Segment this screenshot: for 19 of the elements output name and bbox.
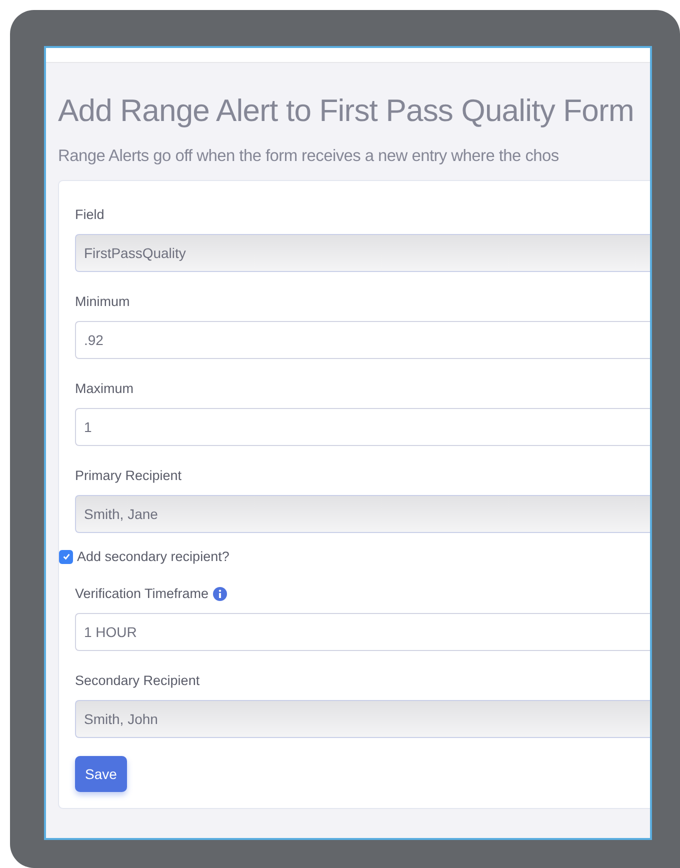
check-icon bbox=[62, 552, 70, 561]
checkbox-label: Add secondary recipient? bbox=[77, 549, 230, 564]
page-description: Range Alerts go off when the form receives a new entry where the chos bbox=[58, 147, 560, 166]
field-label: Field bbox=[75, 207, 104, 222]
info-icon[interactable] bbox=[212, 586, 227, 600]
page-title: Add Range Alert to First Pass Quality Form bbox=[58, 93, 635, 129]
select-field[interactable]: Smith, Jane bbox=[75, 495, 650, 533]
field-label: Primary Recipient bbox=[75, 468, 182, 483]
field-label: Maximum bbox=[75, 381, 134, 396]
input-field[interactable]: 1 HOUR bbox=[75, 613, 650, 651]
save-button[interactable]: Save bbox=[75, 756, 127, 792]
checkbox[interactable] bbox=[59, 550, 73, 564]
field-label: Secondary Recipient bbox=[75, 673, 200, 688]
select-field[interactable]: Smith, John bbox=[75, 700, 650, 738]
input-field[interactable]: 1 bbox=[75, 408, 650, 446]
field-label: Minimum bbox=[75, 294, 130, 309]
select-field[interactable]: FirstPassQuality bbox=[75, 234, 650, 272]
field-label: Verification Timeframe bbox=[75, 586, 209, 601]
input-field[interactable]: .92 bbox=[75, 321, 650, 359]
